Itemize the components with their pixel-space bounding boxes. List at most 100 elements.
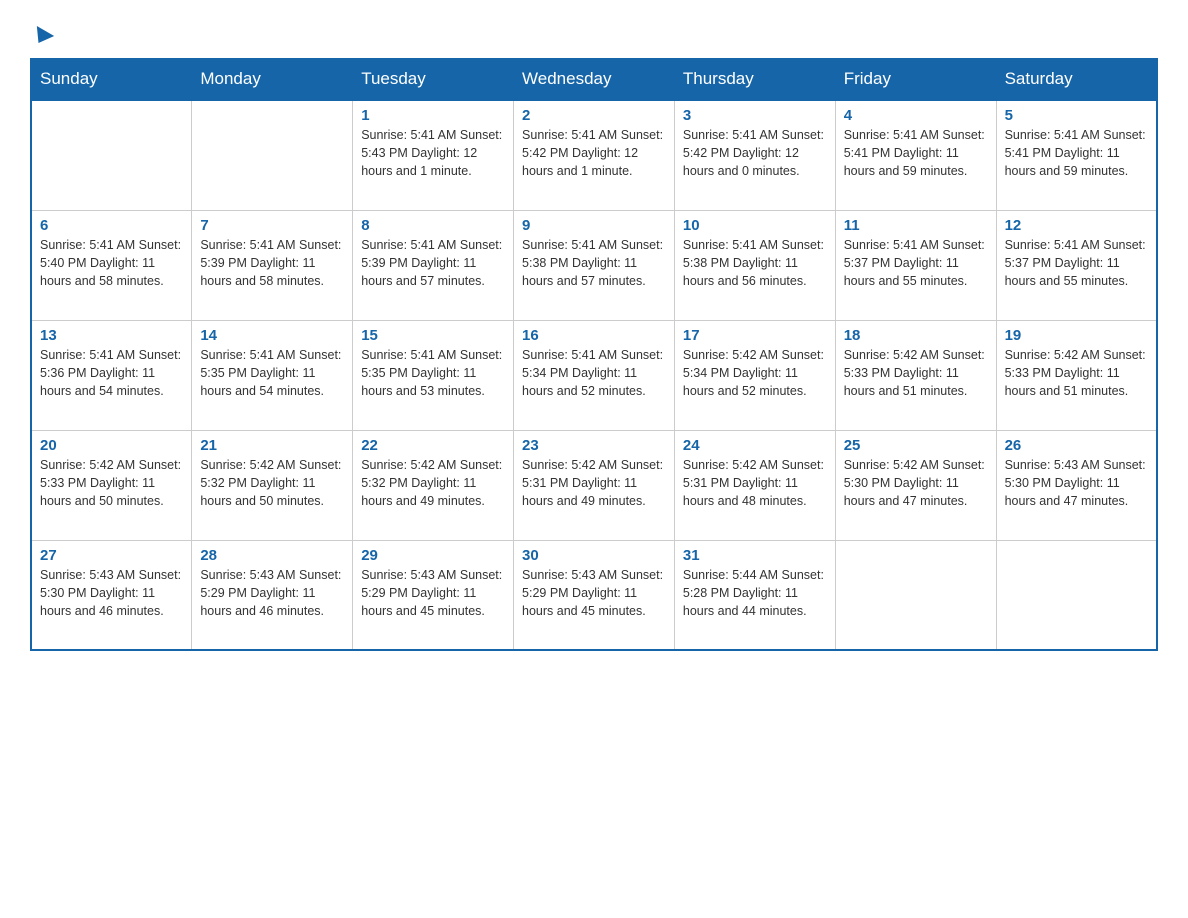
day-info: Sunrise: 5:42 AM Sunset: 5:31 PM Dayligh… bbox=[522, 456, 666, 510]
day-number: 25 bbox=[844, 437, 988, 454]
calendar-cell: 24Sunrise: 5:42 AM Sunset: 5:31 PM Dayli… bbox=[674, 430, 835, 540]
calendar-cell: 9Sunrise: 5:41 AM Sunset: 5:38 PM Daylig… bbox=[514, 210, 675, 320]
calendar-cell: 8Sunrise: 5:41 AM Sunset: 5:39 PM Daylig… bbox=[353, 210, 514, 320]
day-number: 31 bbox=[683, 547, 827, 564]
day-number: 1 bbox=[361, 107, 505, 124]
page-header bbox=[30, 20, 1158, 48]
week-row-2: 6 Sunrise: 5:41 AM Sunset: 5:40 PM Daylig… bbox=[31, 210, 1157, 320]
day-number: 14 bbox=[200, 327, 344, 344]
day-info: Sunrise: 5:41 AM Sunset: 5:42 PM Dayligh… bbox=[522, 126, 666, 180]
logo-triangle-icon bbox=[30, 26, 54, 48]
day-info: Sunrise: 5:41 AM Sunset: 5:35 PM Dayligh… bbox=[200, 346, 344, 400]
day-header-tuesday: Tuesday bbox=[353, 59, 514, 101]
calendar-cell: 7 Sunrise: 5:41 AM Sunset: 5:39 PM Daylig… bbox=[192, 210, 353, 320]
day-number: 3 bbox=[683, 107, 827, 124]
day-number: 6 bbox=[40, 217, 183, 234]
day-number: 21 bbox=[200, 437, 344, 454]
day-info: Sunrise: 5:41 AM Sunset: 5:34 PM Dayligh… bbox=[522, 346, 666, 400]
day-number: 20 bbox=[40, 437, 183, 454]
calendar-cell: 4 Sunrise: 5:41 AM Sunset: 5:41 PM Daylig… bbox=[835, 100, 996, 210]
day-number: 30 bbox=[522, 547, 666, 564]
day-info: Sunrise: 5:41 AM Sunset: 5:37 PM Dayligh… bbox=[1005, 236, 1148, 290]
calendar-cell: 1 Sunrise: 5:41 AM Sunset: 5:43 PM Daylig… bbox=[353, 100, 514, 210]
day-info: Sunrise: 5:41 AM Sunset: 5:39 PM Dayligh… bbox=[361, 236, 505, 290]
day-info: Sunrise: 5:41 AM Sunset: 5:37 PM Dayligh… bbox=[844, 236, 988, 290]
calendar-cell: 12Sunrise: 5:41 AM Sunset: 5:37 PM Dayli… bbox=[996, 210, 1157, 320]
week-row-1: 1 Sunrise: 5:41 AM Sunset: 5:43 PM Daylig… bbox=[31, 100, 1157, 210]
day-info: Sunrise: 5:41 AM Sunset: 5:35 PM Dayligh… bbox=[361, 346, 505, 400]
calendar-cell: 18Sunrise: 5:42 AM Sunset: 5:33 PM Dayli… bbox=[835, 320, 996, 430]
day-number: 19 bbox=[1005, 327, 1148, 344]
day-number: 26 bbox=[1005, 437, 1148, 454]
day-number: 2 bbox=[522, 107, 666, 124]
day-number: 22 bbox=[361, 437, 505, 454]
day-header-friday: Friday bbox=[835, 59, 996, 101]
calendar-cell: 22 Sunrise: 5:42 AM Sunset: 5:32 PM Dayli… bbox=[353, 430, 514, 540]
day-number: 15 bbox=[361, 327, 505, 344]
day-info: Sunrise: 5:41 AM Sunset: 5:43 PM Dayligh… bbox=[361, 126, 505, 180]
day-info: Sunrise: 5:41 AM Sunset: 5:36 PM Dayligh… bbox=[40, 346, 183, 400]
day-info: Sunrise: 5:44 AM Sunset: 5:28 PM Dayligh… bbox=[683, 566, 827, 620]
day-info: Sunrise: 5:41 AM Sunset: 5:41 PM Dayligh… bbox=[844, 126, 988, 180]
calendar-cell: 3Sunrise: 5:41 AM Sunset: 5:42 PM Daylig… bbox=[674, 100, 835, 210]
day-info: Sunrise: 5:41 AM Sunset: 5:38 PM Dayligh… bbox=[522, 236, 666, 290]
day-info: Sunrise: 5:42 AM Sunset: 5:32 PM Dayligh… bbox=[361, 456, 505, 510]
calendar-cell: 13 Sunrise: 5:41 AM Sunset: 5:36 PM Dayli… bbox=[31, 320, 192, 430]
day-info: Sunrise: 5:42 AM Sunset: 5:34 PM Dayligh… bbox=[683, 346, 827, 400]
calendar-cell bbox=[192, 100, 353, 210]
day-info: Sunrise: 5:43 AM Sunset: 5:29 PM Dayligh… bbox=[361, 566, 505, 620]
day-number: 28 bbox=[200, 547, 344, 564]
day-number: 18 bbox=[844, 327, 988, 344]
calendar-cell: 15 Sunrise: 5:41 AM Sunset: 5:35 PM Dayli… bbox=[353, 320, 514, 430]
calendar-cell: 27 Sunrise: 5:43 AM Sunset: 5:30 PM Dayli… bbox=[31, 540, 192, 650]
day-number: 17 bbox=[683, 327, 827, 344]
calendar-cell: 5 Sunrise: 5:41 AM Sunset: 5:41 PM Daylig… bbox=[996, 100, 1157, 210]
day-header-saturday: Saturday bbox=[996, 59, 1157, 101]
day-number: 27 bbox=[40, 547, 183, 564]
week-row-5: 27 Sunrise: 5:43 AM Sunset: 5:30 PM Dayli… bbox=[31, 540, 1157, 650]
day-info: Sunrise: 5:43 AM Sunset: 5:29 PM Dayligh… bbox=[200, 566, 344, 620]
day-info: Sunrise: 5:43 AM Sunset: 5:30 PM Dayligh… bbox=[1005, 456, 1148, 510]
calendar-cell: 2 Sunrise: 5:41 AM Sunset: 5:42 PM Daylig… bbox=[514, 100, 675, 210]
day-number: 4 bbox=[844, 107, 988, 124]
day-info: Sunrise: 5:42 AM Sunset: 5:33 PM Dayligh… bbox=[1005, 346, 1148, 400]
day-info: Sunrise: 5:42 AM Sunset: 5:31 PM Dayligh… bbox=[683, 456, 827, 510]
week-row-3: 13 Sunrise: 5:41 AM Sunset: 5:36 PM Dayli… bbox=[31, 320, 1157, 430]
calendar-cell: 21 Sunrise: 5:42 AM Sunset: 5:32 PM Dayli… bbox=[192, 430, 353, 540]
day-info: Sunrise: 5:41 AM Sunset: 5:38 PM Dayligh… bbox=[683, 236, 827, 290]
logo bbox=[30, 20, 52, 48]
day-info: Sunrise: 5:42 AM Sunset: 5:32 PM Dayligh… bbox=[200, 456, 344, 510]
calendar-cell: 19 Sunrise: 5:42 AM Sunset: 5:33 PM Dayli… bbox=[996, 320, 1157, 430]
calendar-cell: 14 Sunrise: 5:41 AM Sunset: 5:35 PM Dayli… bbox=[192, 320, 353, 430]
day-info: Sunrise: 5:41 AM Sunset: 5:39 PM Dayligh… bbox=[200, 236, 344, 290]
day-header-thursday: Thursday bbox=[674, 59, 835, 101]
calendar-cell: 20 Sunrise: 5:42 AM Sunset: 5:33 PM Dayli… bbox=[31, 430, 192, 540]
day-info: Sunrise: 5:43 AM Sunset: 5:29 PM Dayligh… bbox=[522, 566, 666, 620]
day-number: 23 bbox=[522, 437, 666, 454]
day-number: 29 bbox=[361, 547, 505, 564]
day-number: 13 bbox=[40, 327, 183, 344]
calendar-cell bbox=[31, 100, 192, 210]
day-header-sunday: Sunday bbox=[31, 59, 192, 101]
calendar-cell bbox=[996, 540, 1157, 650]
calendar-cell: 16 Sunrise: 5:41 AM Sunset: 5:34 PM Dayli… bbox=[514, 320, 675, 430]
header-row: SundayMondayTuesdayWednesdayThursdayFrid… bbox=[31, 59, 1157, 101]
day-info: Sunrise: 5:43 AM Sunset: 5:30 PM Dayligh… bbox=[40, 566, 183, 620]
day-info: Sunrise: 5:42 AM Sunset: 5:33 PM Dayligh… bbox=[40, 456, 183, 510]
day-number: 16 bbox=[522, 327, 666, 344]
day-info: Sunrise: 5:42 AM Sunset: 5:30 PM Dayligh… bbox=[844, 456, 988, 510]
calendar-cell: 25 Sunrise: 5:42 AM Sunset: 5:30 PM Dayli… bbox=[835, 430, 996, 540]
calendar-cell: 17 Sunrise: 5:42 AM Sunset: 5:34 PM Dayli… bbox=[674, 320, 835, 430]
calendar-cell bbox=[835, 540, 996, 650]
day-info: Sunrise: 5:41 AM Sunset: 5:40 PM Dayligh… bbox=[40, 236, 183, 290]
day-number: 7 bbox=[200, 217, 344, 234]
day-number: 5 bbox=[1005, 107, 1148, 124]
calendar-cell: 26 Sunrise: 5:43 AM Sunset: 5:30 PM Dayli… bbox=[996, 430, 1157, 540]
calendar-cell: 10 Sunrise: 5:41 AM Sunset: 5:38 PM Dayli… bbox=[674, 210, 835, 320]
day-number: 10 bbox=[683, 217, 827, 234]
day-info: Sunrise: 5:41 AM Sunset: 5:41 PM Dayligh… bbox=[1005, 126, 1148, 180]
week-row-4: 20 Sunrise: 5:42 AM Sunset: 5:33 PM Dayli… bbox=[31, 430, 1157, 540]
calendar-table: SundayMondayTuesdayWednesdayThursdayFrid… bbox=[30, 58, 1158, 651]
day-number: 11 bbox=[844, 217, 988, 234]
day-header-wednesday: Wednesday bbox=[514, 59, 675, 101]
